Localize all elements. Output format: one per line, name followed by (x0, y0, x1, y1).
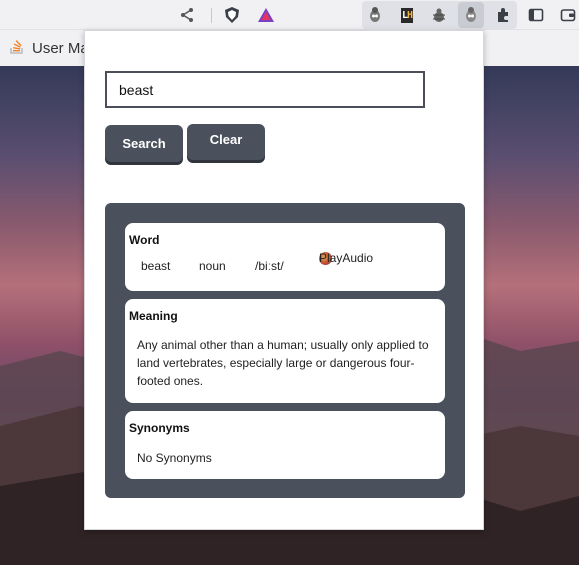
search-button[interactable]: Search (105, 125, 183, 162)
browser-toolbar: LH (0, 0, 579, 30)
word-text: beast (141, 259, 171, 273)
meaning-card-title: Meaning (129, 309, 178, 323)
share-icon[interactable] (177, 5, 197, 25)
search-input[interactable] (105, 71, 425, 108)
lighthouse-badge-h: H (407, 9, 413, 21)
ext-bug-active-icon[interactable] (461, 5, 481, 25)
word-card-title: Word (129, 233, 160, 247)
results-panel: Word beast noun /biːst/ PlayAudio Meanin… (105, 203, 465, 498)
ext-bug-2-icon[interactable] (429, 5, 449, 25)
word-card: Word beast noun /biːst/ PlayAudio (125, 223, 445, 291)
phonetic: /biːst/ (255, 259, 284, 273)
dictionary-popup: Search Clear Word beast noun /biːst/ Pla… (84, 30, 484, 530)
sidebar-icon[interactable] (526, 5, 546, 25)
bookmark-item[interactable]: User Ma (10, 38, 89, 59)
ext-bug-1-icon[interactable] (365, 5, 385, 25)
part-of-speech: noun (199, 259, 226, 273)
bookmark-label: User Ma (32, 40, 89, 57)
meaning-text: Any animal other than a human; usually o… (137, 338, 429, 388)
meaning-card: Meaning Any animal other than a human; u… (125, 299, 445, 403)
brave-shield-icon[interactable] (222, 5, 242, 25)
wallet-icon[interactable] (558, 5, 578, 25)
lighthouse-icon[interactable]: LH (397, 5, 417, 25)
stackoverflow-icon (10, 38, 24, 59)
synonyms-text: No Synonyms (137, 451, 212, 465)
synonyms-card: Synonyms No Synonyms (125, 411, 445, 479)
play-audio-label: PlayAudio (319, 251, 374, 265)
brave-rewards-icon[interactable] (256, 5, 276, 25)
toolbar-divider (211, 8, 212, 23)
synonyms-card-title: Synonyms (129, 421, 190, 435)
clear-button[interactable]: Clear (187, 124, 265, 160)
extensions-puzzle-icon[interactable] (493, 5, 513, 25)
